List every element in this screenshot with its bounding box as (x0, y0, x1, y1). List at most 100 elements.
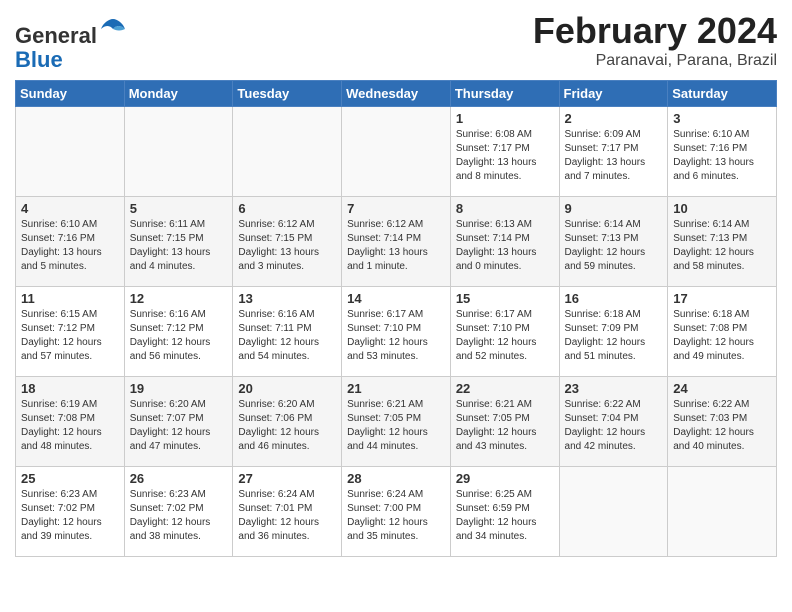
calendar-cell: 17 Sunrise: 6:18 AMSunset: 7:08 PMDayligh… (668, 287, 777, 377)
calendar-cell: 16 Sunrise: 6:18 AMSunset: 7:09 PMDayligh… (559, 287, 668, 377)
day-info: Sunrise: 6:15 AMSunset: 7:12 PMDaylight:… (21, 308, 119, 364)
calendar-cell (124, 107, 233, 197)
calendar-cell: 10 Sunrise: 6:14 AMSunset: 7:13 PMDayligh… (668, 197, 777, 287)
calendar-cell (16, 107, 125, 197)
calendar-header: SundayMondayTuesdayWednesdayThursdayFrid… (16, 81, 777, 107)
day-info: Sunrise: 6:12 AMSunset: 7:15 PMDaylight:… (238, 218, 336, 274)
day-number: 27 (238, 471, 336, 486)
day-number: 2 (565, 111, 663, 126)
day-number: 5 (130, 201, 228, 216)
day-info: Sunrise: 6:18 AMSunset: 7:08 PMDaylight:… (673, 308, 771, 364)
day-info: Sunrise: 6:24 AMSunset: 7:01 PMDaylight:… (238, 488, 336, 544)
day-number: 19 (130, 381, 228, 396)
calendar-week-4: 18 Sunrise: 6:19 AMSunset: 7:08 PMDayligh… (16, 377, 777, 467)
day-number: 12 (130, 291, 228, 306)
calendar-cell: 12 Sunrise: 6:16 AMSunset: 7:12 PMDayligh… (124, 287, 233, 377)
logo: General Blue (15, 15, 127, 72)
calendar-cell: 19 Sunrise: 6:20 AMSunset: 7:07 PMDayligh… (124, 377, 233, 467)
day-number: 28 (347, 471, 445, 486)
subtitle: Paranavai, Parana, Brazil (533, 52, 777, 70)
calendar-week-2: 4Sunrise: 6:10 AMSunset: 7:16 PMDaylight… (16, 197, 777, 287)
day-info: Sunrise: 6:17 AMSunset: 7:10 PMDaylight:… (347, 308, 445, 364)
weekday-header-tuesday: Tuesday (233, 81, 342, 107)
weekday-header-monday: Monday (124, 81, 233, 107)
calendar-cell: 29 Sunrise: 6:25 AMSunset: 6:59 PMDayligh… (450, 467, 559, 557)
calendar-cell: 25 Sunrise: 6:23 AMSunset: 7:02 PMDayligh… (16, 467, 125, 557)
day-info: Sunrise: 6:09 AMSunset: 7:17 PMDaylight:… (565, 128, 663, 184)
calendar-week-3: 11 Sunrise: 6:15 AMSunset: 7:12 PMDayligh… (16, 287, 777, 377)
calendar-week-1: 1Sunrise: 6:08 AMSunset: 7:17 PMDaylight… (16, 107, 777, 197)
day-info: Sunrise: 6:14 AMSunset: 7:13 PMDaylight:… (673, 218, 771, 274)
day-number: 24 (673, 381, 771, 396)
day-number: 3 (673, 111, 771, 126)
calendar-cell: 4Sunrise: 6:10 AMSunset: 7:16 PMDaylight… (16, 197, 125, 287)
day-info: Sunrise: 6:08 AMSunset: 7:17 PMDaylight:… (456, 128, 554, 184)
day-info: Sunrise: 6:17 AMSunset: 7:10 PMDaylight:… (456, 308, 554, 364)
day-info: Sunrise: 6:16 AMSunset: 7:11 PMDaylight:… (238, 308, 336, 364)
day-number: 6 (238, 201, 336, 216)
calendar: SundayMondayTuesdayWednesdayThursdayFrid… (15, 80, 777, 557)
day-number: 18 (21, 381, 119, 396)
day-number: 16 (565, 291, 663, 306)
day-number: 10 (673, 201, 771, 216)
calendar-cell: 9 Sunrise: 6:14 AMSunset: 7:13 PMDaylight… (559, 197, 668, 287)
day-number: 29 (456, 471, 554, 486)
day-info: Sunrise: 6:24 AMSunset: 7:00 PMDaylight:… (347, 488, 445, 544)
calendar-cell: 23Sunrise: 6:22 AMSunset: 7:04 PMDayligh… (559, 377, 668, 467)
calendar-cell: 28 Sunrise: 6:24 AMSunset: 7:00 PMDayligh… (342, 467, 451, 557)
calendar-cell: 18 Sunrise: 6:19 AMSunset: 7:08 PMDayligh… (16, 377, 125, 467)
calendar-week-5: 25 Sunrise: 6:23 AMSunset: 7:02 PMDayligh… (16, 467, 777, 557)
header: General Blue February 2024 Paranavai, Pa… (15, 10, 777, 72)
day-info: Sunrise: 6:14 AMSunset: 7:13 PMDaylight:… (565, 218, 663, 274)
day-number: 9 (565, 201, 663, 216)
day-info: Sunrise: 6:12 AMSunset: 7:14 PMDaylight:… (347, 218, 445, 274)
calendar-cell: 27 Sunrise: 6:24 AMSunset: 7:01 PMDayligh… (233, 467, 342, 557)
calendar-cell (233, 107, 342, 197)
day-number: 15 (456, 291, 554, 306)
calendar-cell: 6 Sunrise: 6:12 AMSunset: 7:15 PMDaylight… (233, 197, 342, 287)
weekday-row: SundayMondayTuesdayWednesdayThursdayFrid… (16, 81, 777, 107)
day-info: Sunrise: 6:19 AMSunset: 7:08 PMDaylight:… (21, 398, 119, 454)
calendar-cell (668, 467, 777, 557)
day-number: 13 (238, 291, 336, 306)
day-number: 25 (21, 471, 119, 486)
day-number: 21 (347, 381, 445, 396)
calendar-cell: 2 Sunrise: 6:09 AMSunset: 7:17 PMDaylight… (559, 107, 668, 197)
calendar-cell: 14 Sunrise: 6:17 AMSunset: 7:10 PMDayligh… (342, 287, 451, 377)
calendar-cell: 20Sunrise: 6:20 AMSunset: 7:06 PMDayligh… (233, 377, 342, 467)
calendar-cell: 13 Sunrise: 6:16 AMSunset: 7:11 PMDayligh… (233, 287, 342, 377)
day-info: Sunrise: 6:18 AMSunset: 7:09 PMDaylight:… (565, 308, 663, 364)
weekday-header-thursday: Thursday (450, 81, 559, 107)
day-info: Sunrise: 6:23 AMSunset: 7:02 PMDaylight:… (21, 488, 119, 544)
day-info: Sunrise: 6:13 AMSunset: 7:14 PMDaylight:… (456, 218, 554, 274)
day-number: 17 (673, 291, 771, 306)
day-info: Sunrise: 6:21 AMSunset: 7:05 PMDaylight:… (347, 398, 445, 454)
day-info: Sunrise: 6:23 AMSunset: 7:02 PMDaylight:… (130, 488, 228, 544)
weekday-header-saturday: Saturday (668, 81, 777, 107)
day-info: Sunrise: 6:10 AMSunset: 7:16 PMDaylight:… (673, 128, 771, 184)
calendar-cell: 11 Sunrise: 6:15 AMSunset: 7:12 PMDayligh… (16, 287, 125, 377)
day-info: Sunrise: 6:25 AMSunset: 6:59 PMDaylight:… (456, 488, 554, 544)
calendar-cell (559, 467, 668, 557)
calendar-body: 1Sunrise: 6:08 AMSunset: 7:17 PMDaylight… (16, 107, 777, 557)
day-number: 22 (456, 381, 554, 396)
calendar-cell: 8 Sunrise: 6:13 AMSunset: 7:14 PMDaylight… (450, 197, 559, 287)
day-info: Sunrise: 6:11 AMSunset: 7:15 PMDaylight:… (130, 218, 228, 274)
day-number: 11 (21, 291, 119, 306)
calendar-cell: 5 Sunrise: 6:11 AMSunset: 7:15 PMDaylight… (124, 197, 233, 287)
calendar-cell: 7Sunrise: 6:12 AMSunset: 7:14 PMDaylight… (342, 197, 451, 287)
day-number: 26 (130, 471, 228, 486)
day-number: 8 (456, 201, 554, 216)
calendar-cell: 24 Sunrise: 6:22 AMSunset: 7:03 PMDayligh… (668, 377, 777, 467)
day-info: Sunrise: 6:16 AMSunset: 7:12 PMDaylight:… (130, 308, 228, 364)
day-number: 14 (347, 291, 445, 306)
day-info: Sunrise: 6:22 AMSunset: 7:04 PMDaylight:… (565, 398, 663, 454)
day-info: Sunrise: 6:10 AMSunset: 7:16 PMDaylight:… (21, 218, 119, 274)
calendar-cell (342, 107, 451, 197)
calendar-cell: 26 Sunrise: 6:23 AMSunset: 7:02 PMDayligh… (124, 467, 233, 557)
day-info: Sunrise: 6:21 AMSunset: 7:05 PMDaylight:… (456, 398, 554, 454)
day-info: Sunrise: 6:20 AMSunset: 7:07 PMDaylight:… (130, 398, 228, 454)
day-info: Sunrise: 6:22 AMSunset: 7:03 PMDaylight:… (673, 398, 771, 454)
calendar-cell: 21 Sunrise: 6:21 AMSunset: 7:05 PMDayligh… (342, 377, 451, 467)
main-title: February 2024 (533, 10, 777, 52)
